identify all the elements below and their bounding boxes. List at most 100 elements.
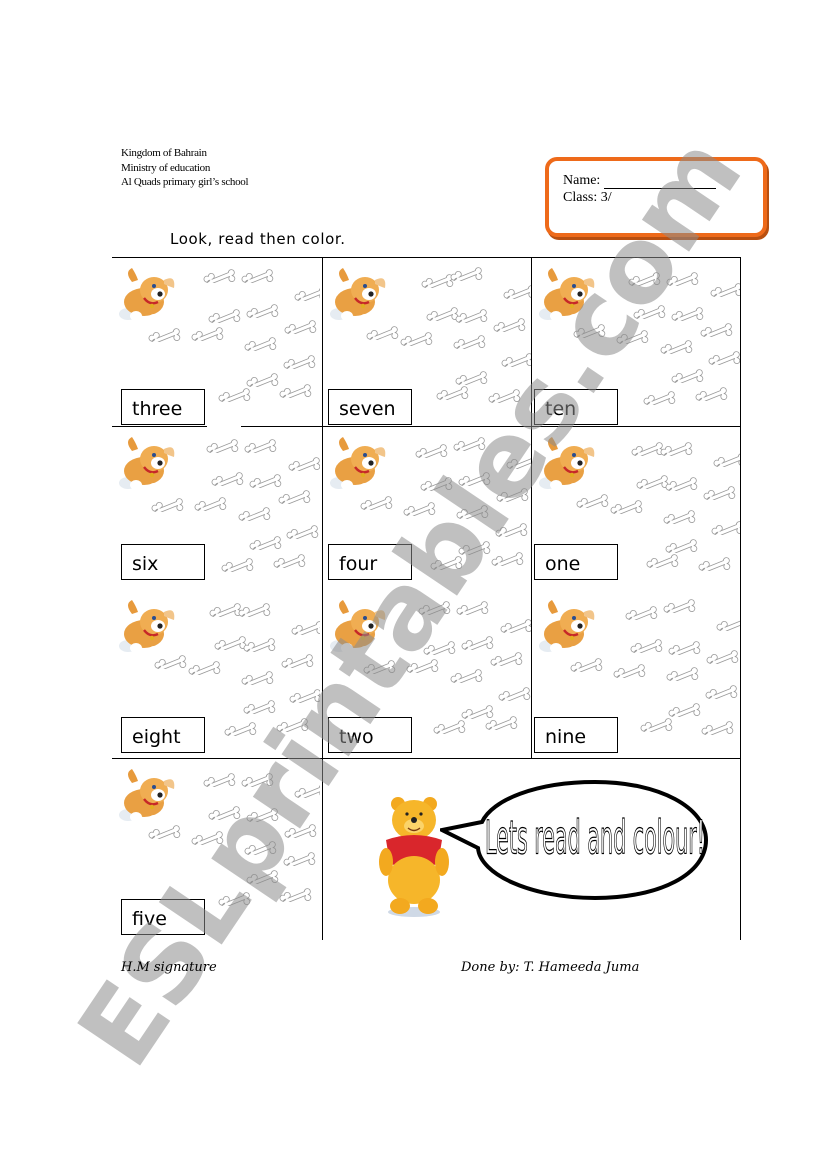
bone-icon[interactable] (403, 502, 437, 520)
bone-icon[interactable] (243, 638, 277, 656)
bone-icon[interactable] (281, 654, 315, 672)
bone-icon[interactable] (249, 474, 283, 492)
bone-icon[interactable] (283, 355, 317, 373)
bone-icon[interactable] (660, 442, 694, 460)
bone-icon[interactable] (716, 617, 740, 635)
bone-icon[interactable] (453, 437, 487, 455)
bone-icon[interactable] (488, 389, 522, 407)
bone-icon[interactable] (646, 554, 680, 572)
bone-icon[interactable] (191, 327, 225, 345)
bone-icon[interactable] (294, 287, 320, 305)
bone-icon[interactable] (660, 340, 694, 358)
name-blank-field[interactable] (604, 175, 717, 189)
bone-icon[interactable] (246, 373, 280, 391)
bone-icon[interactable] (221, 558, 255, 576)
bone-icon[interactable] (456, 601, 490, 619)
bone-icon[interactable] (501, 353, 531, 371)
bone-icon[interactable] (273, 554, 307, 572)
bone-icon[interactable] (616, 330, 650, 348)
bone-icon[interactable] (700, 323, 734, 341)
bone-icon[interactable] (613, 664, 647, 682)
bone-icon[interactable] (640, 718, 674, 736)
bone-icon[interactable] (570, 658, 604, 676)
bone-icon[interactable] (455, 371, 489, 389)
bone-icon[interactable] (495, 523, 529, 541)
bone-icon[interactable] (576, 494, 610, 512)
bone-icon[interactable] (610, 500, 644, 518)
puppy-icon[interactable] (325, 596, 391, 658)
bone-icon[interactable] (218, 892, 252, 910)
bone-icon[interactable] (294, 784, 320, 802)
bone-icon[interactable] (289, 689, 320, 707)
bone-icon[interactable] (663, 510, 697, 528)
bone-icon[interactable] (238, 603, 272, 621)
bone-icon[interactable] (713, 453, 740, 471)
bone-icon[interactable] (665, 477, 699, 495)
bone-icon[interactable] (455, 309, 489, 327)
bone-icon[interactable] (246, 808, 280, 826)
bone-icon[interactable] (406, 659, 440, 677)
puppy-icon[interactable] (325, 433, 391, 495)
bone-icon[interactable] (244, 337, 278, 355)
bone-icon[interactable] (218, 388, 252, 406)
bone-icon[interactable] (633, 305, 667, 323)
bone-icon[interactable] (500, 619, 531, 637)
bone-icon[interactable] (291, 621, 320, 639)
bone-icon[interactable] (208, 806, 242, 824)
bone-icon[interactable] (665, 539, 699, 557)
bone-icon[interactable] (493, 318, 527, 336)
bone-icon[interactable] (283, 852, 317, 870)
bone-icon[interactable] (148, 825, 182, 843)
bone-icon[interactable] (706, 650, 740, 668)
bone-icon[interactable] (703, 486, 737, 504)
bone-icon[interactable] (708, 351, 740, 369)
bone-icon[interactable] (148, 328, 182, 346)
bone-icon[interactable] (241, 773, 275, 791)
bone-icon[interactable] (423, 641, 457, 659)
bone-icon[interactable] (366, 326, 400, 344)
bone-icon[interactable] (453, 335, 487, 353)
bone-icon[interactable] (698, 557, 732, 575)
bone-icon[interactable] (666, 667, 700, 685)
bone-icon[interactable] (485, 716, 519, 734)
bone-icon[interactable] (506, 455, 531, 473)
bone-icon[interactable] (363, 660, 397, 678)
bone-icon[interactable] (671, 307, 705, 325)
bone-icon[interactable] (625, 606, 659, 624)
bone-icon[interactable] (276, 718, 310, 736)
bone-icon[interactable] (420, 477, 454, 495)
puppy-icon[interactable] (325, 264, 391, 326)
puppy-icon[interactable] (114, 765, 180, 827)
bone-icon[interactable] (496, 488, 530, 506)
bone-icon[interactable] (211, 472, 245, 490)
bone-icon[interactable] (643, 391, 677, 409)
puppy-icon[interactable] (114, 433, 180, 495)
bone-icon[interactable] (188, 661, 222, 679)
bone-icon[interactable] (400, 332, 434, 350)
bone-icon[interactable] (450, 669, 484, 687)
bone-icon[interactable] (498, 687, 531, 705)
bone-icon[interactable] (418, 601, 452, 619)
bone-icon[interactable] (191, 831, 225, 849)
bone-icon[interactable] (249, 536, 283, 554)
bone-icon[interactable] (279, 384, 313, 402)
bone-icon[interactable] (203, 773, 237, 791)
bone-icon[interactable] (286, 525, 320, 543)
bone-icon[interactable] (711, 521, 740, 539)
bone-icon[interactable] (246, 870, 280, 888)
bone-icon[interactable] (151, 498, 185, 516)
bone-icon[interactable] (224, 722, 258, 740)
bone-icon[interactable] (490, 652, 524, 670)
bone-icon[interactable] (238, 507, 272, 525)
bone-icon[interactable] (458, 541, 492, 559)
bone-icon[interactable] (450, 267, 484, 285)
bone-icon[interactable] (243, 700, 277, 718)
bone-icon[interactable] (663, 599, 697, 617)
bone-icon[interactable] (246, 304, 280, 322)
bone-icon[interactable] (279, 888, 313, 906)
bone-icon[interactable] (241, 269, 275, 287)
bone-icon[interactable] (284, 320, 318, 338)
bone-icon[interactable] (573, 324, 607, 342)
bone-icon[interactable] (430, 556, 464, 574)
bone-icon[interactable] (436, 386, 470, 404)
